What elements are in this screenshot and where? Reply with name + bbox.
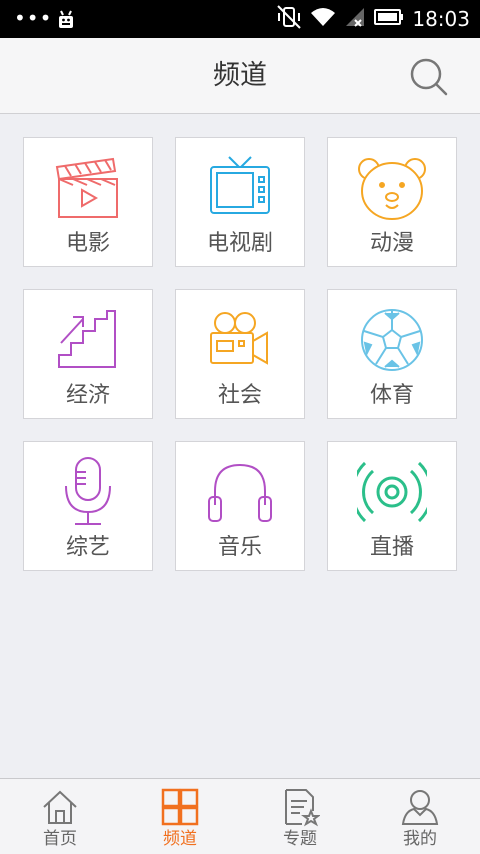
tab-home[interactable]: 首页: [0, 779, 120, 854]
soccer-ball-icon: [328, 300, 456, 380]
status-bar: ••• 18:03: [0, 0, 480, 38]
broadcast-icon: [328, 452, 456, 532]
channel-tile-economy[interactable]: 经济: [23, 289, 153, 419]
channel-label: 体育: [369, 383, 414, 408]
grid-icon: [161, 788, 199, 826]
tab-topics[interactable]: 专题: [240, 779, 360, 854]
tab-label: 频道: [163, 829, 197, 849]
status-time: 18:03: [412, 7, 470, 31]
stairs-icon: [24, 300, 152, 380]
tab-label: 首页: [43, 829, 77, 849]
cell-signal-icon: [344, 6, 366, 32]
bear-icon: [328, 148, 456, 228]
tab-mine[interactable]: 我的: [360, 779, 480, 854]
channel-tile-live[interactable]: 直播: [327, 441, 457, 571]
android-debug-icon: [54, 8, 78, 36]
channel-tile-movie[interactable]: 电影: [23, 137, 153, 267]
wifi-icon: [310, 6, 336, 32]
headphones-icon: [176, 452, 304, 532]
search-icon: [410, 58, 448, 96]
channel-label: 经济: [65, 383, 110, 408]
vibrate-off-icon: [276, 4, 302, 34]
video-camera-icon: [176, 300, 304, 380]
battery-icon: [374, 8, 404, 30]
microphone-icon: [24, 452, 152, 532]
bottom-tab-bar: 首页 频道 专题 我的: [0, 778, 480, 854]
tv-icon: [176, 148, 304, 228]
home-icon: [43, 790, 77, 824]
clapperboard-icon: [24, 148, 152, 228]
channel-label: 社会: [217, 383, 262, 408]
tab-label: 专题: [283, 829, 317, 849]
header-bar: 频道: [0, 38, 480, 114]
channel-label: 音乐: [217, 535, 262, 560]
channel-tile-society[interactable]: 社会: [175, 289, 305, 419]
search-button[interactable]: [408, 56, 450, 98]
overflow-dots: •••: [14, 6, 53, 30]
channel-tile-variety[interactable]: 综艺: [23, 441, 153, 571]
channel-tile-sports[interactable]: 体育: [327, 289, 457, 419]
channel-tile-anime[interactable]: 动漫: [327, 137, 457, 267]
tab-channels[interactable]: 频道: [120, 779, 240, 854]
channel-tile-tv-series[interactable]: 电视剧: [175, 137, 305, 267]
channel-label: 电影: [65, 231, 110, 256]
document-star-icon: [285, 789, 320, 827]
channel-label: 直播: [369, 535, 414, 560]
channel-label: 动漫: [369, 231, 414, 256]
channel-tile-music[interactable]: 音乐: [175, 441, 305, 571]
channel-label: 电视剧: [206, 231, 273, 256]
user-icon: [401, 790, 439, 825]
tab-label: 我的: [403, 829, 437, 849]
app-screen: 频道 电影 电视剧 动漫 经济 社会 体育 综艺 音乐 直播 首页 频道 专题 …: [0, 38, 480, 854]
channel-label: 综艺: [65, 535, 110, 560]
